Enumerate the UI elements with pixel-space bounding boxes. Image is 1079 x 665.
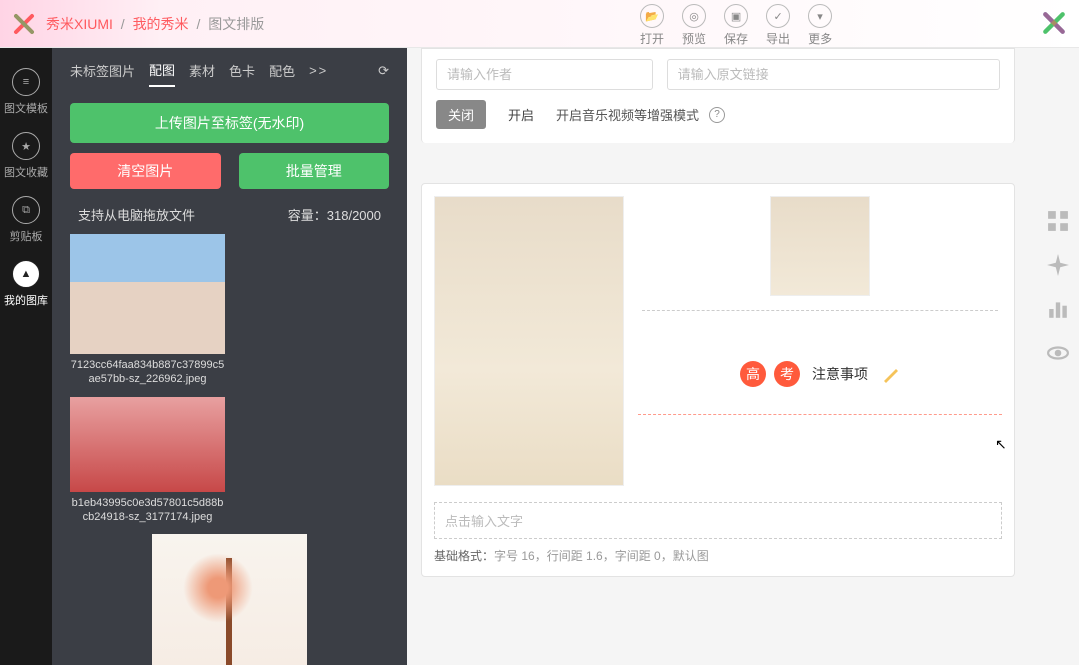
editor-card[interactable]: 高 考 注意事项 点击输入文字 基础格式：字号 16，行间距 1.6，字间距 0… — [421, 183, 1015, 577]
sparkle-icon[interactable] — [1047, 254, 1069, 276]
batch-manage-button[interactable]: 批量管理 — [239, 153, 390, 189]
meta-card: 关闭 开启 开启音乐视频等增强模式 ? — [421, 48, 1015, 143]
help-icon[interactable]: ? — [709, 107, 725, 123]
check-icon: ✓ — [766, 4, 790, 28]
clear-images-button[interactable]: 清空图片 — [70, 153, 221, 189]
badge-text: 注意事项 — [812, 364, 868, 384]
app-logo — [12, 12, 36, 36]
chevron-down-icon: ▾ — [808, 4, 832, 28]
right-tools — [1047, 210, 1069, 364]
enhance-mode-row: 关闭 开启 开启音乐视频等增强模式 ? — [436, 100, 1000, 129]
thumb-image — [70, 234, 225, 354]
thumb-image — [70, 397, 225, 492]
tab-untagged[interactable]: 未标签图片 — [70, 61, 135, 86]
gallery-thumb[interactable]: 7123cc64faa834b887c37899c5ae57bb-sz_2269… — [70, 234, 225, 387]
tab-palette[interactable]: 配色 — [269, 61, 295, 86]
source-link-input[interactable] — [667, 59, 1000, 90]
badge-circle: 高 — [740, 361, 766, 387]
capacity: 容量：318/2000 — [288, 205, 381, 224]
tab-config[interactable]: 配图 — [149, 60, 175, 87]
rail-gallery[interactable]: ▲我的图库 — [0, 252, 52, 316]
tab-material[interactable]: 素材 — [189, 61, 215, 86]
app-logo-right[interactable] — [1041, 10, 1067, 36]
folder-icon: 📂 — [640, 4, 664, 28]
rail-favorites[interactable]: ★图文收藏 — [0, 124, 52, 188]
enhance-on-button[interactable]: 开启 — [496, 100, 546, 129]
breadcrumb: 秀米XIUMI / 我的秀米 / 图文排版 — [44, 14, 266, 34]
template-icon: ≡ — [12, 68, 40, 96]
save-button[interactable]: ▣保存 — [724, 4, 748, 47]
format-info: 基础格式：字号 16，行间距 1.6，字间距 0，默认图 — [434, 547, 1002, 564]
image-icon: ▲ — [12, 260, 40, 288]
tab-more[interactable]: >> — [309, 63, 328, 84]
rail-templates[interactable]: ≡图文模板 — [0, 60, 52, 124]
clipboard-icon: ⧉ — [12, 196, 40, 224]
thumb-filename: 7123cc64faa834b887c37899c5ae57bb-sz_2269… — [70, 358, 225, 387]
enhance-mode-label: 开启音乐视频等增强模式 — [556, 105, 699, 124]
text-input-placeholder[interactable]: 点击输入文字 — [434, 502, 1002, 539]
panel-tabs: 未标签图片 配图 素材 色卡 配色 >> ⟳ — [52, 48, 407, 93]
star-icon: ★ — [12, 132, 40, 160]
upload-button[interactable]: 上传图片至标签(无水印) — [70, 103, 389, 143]
pencil-icon — [882, 365, 900, 383]
side-panel: 未标签图片 配图 素材 色卡 配色 >> ⟳ 上传图片至标签(无水印) 清空图片… — [52, 48, 407, 665]
divider — [642, 310, 998, 311]
stats-icon[interactable] — [1047, 298, 1069, 320]
rail-clipboard[interactable]: ⧉剪贴板 — [0, 188, 52, 252]
hint-row: 支持从电脑拖放文件 容量：318/2000 — [52, 199, 407, 234]
enhance-off-button[interactable]: 关闭 — [436, 100, 486, 129]
preview-button[interactable]: ◎预览 — [682, 4, 706, 47]
content-image-large[interactable] — [434, 196, 624, 486]
refresh-icon[interactable]: ⟳ — [378, 63, 389, 85]
more-button[interactable]: ▾更多 — [808, 4, 832, 47]
preview-eye-icon[interactable] — [1047, 342, 1069, 364]
wavy-divider — [638, 395, 1002, 415]
tab-colorcard[interactable]: 色卡 — [229, 61, 255, 86]
breadcrumb-my[interactable]: 我的秀米 — [133, 16, 189, 32]
thumb-filename: b1eb43995c0e3d57801c5d88bcb24918-sz_3177… — [70, 496, 225, 525]
breadcrumb-sep: / — [196, 16, 200, 32]
badge-row[interactable]: 高 考 注意事项 — [638, 361, 1002, 387]
top-toolbar: 📂打开 ◎预览 ▣保存 ✓导出 ▾更多 — [640, 4, 832, 47]
open-button[interactable]: 📂打开 — [640, 4, 664, 47]
eye-icon: ◎ — [682, 4, 706, 28]
badge-circle: 考 — [774, 361, 800, 387]
gallery: 7123cc64faa834b887c37899c5ae57bb-sz_2269… — [52, 234, 407, 665]
breadcrumb-current: 图文排版 — [208, 16, 264, 32]
thumb-image — [152, 534, 307, 665]
content-image-small[interactable] — [770, 196, 870, 296]
gallery-thumb[interactable]: b1eb43995c0e3d57801c5d88bcb24918-sz_3177… — [70, 397, 225, 525]
editor-canvas: 关闭 开启 开启音乐视频等增强模式 ? 高 考 注意事项 — [407, 48, 1029, 665]
breadcrumb-brand[interactable]: 秀米XIUMI — [46, 16, 113, 32]
grid-view-icon[interactable] — [1047, 210, 1069, 232]
export-button[interactable]: ✓导出 — [766, 4, 790, 47]
top-bar: 秀米XIUMI / 我的秀米 / 图文排版 📂打开 ◎预览 ▣保存 ✓导出 ▾更… — [0, 0, 1079, 48]
author-input[interactable] — [436, 59, 653, 90]
breadcrumb-sep: / — [121, 16, 125, 32]
gallery-thumb[interactable]: fc7b74e5ee6b9e8a30ea43a3305073ac-sz_6296… — [152, 534, 307, 665]
left-rail: ≡图文模板 ★图文收藏 ⧉剪贴板 ▲我的图库 — [0, 48, 52, 665]
drag-hint: 支持从电脑拖放文件 — [78, 205, 195, 224]
save-icon: ▣ — [724, 4, 748, 28]
